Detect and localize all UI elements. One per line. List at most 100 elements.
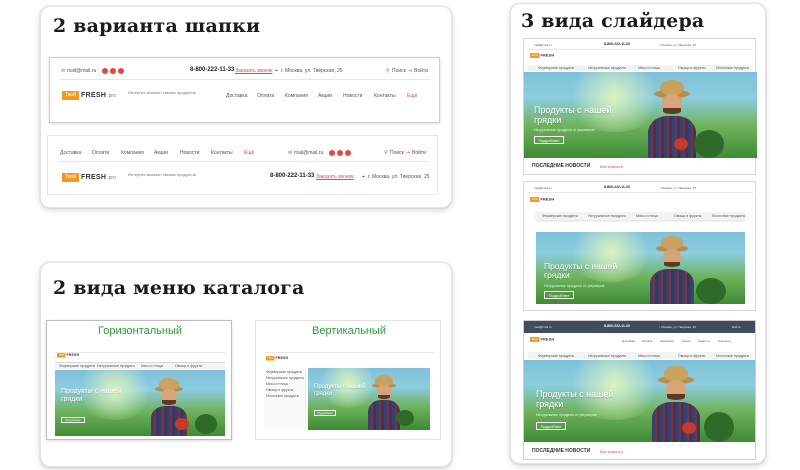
location-icon: ⌖ bbox=[275, 68, 278, 74]
nav-company[interactable]: Компания bbox=[660, 339, 674, 343]
search-link[interactable]: Поиск bbox=[392, 68, 406, 74]
skype-icon[interactable] bbox=[110, 68, 116, 74]
search-icon[interactable]: ⚲ bbox=[386, 68, 390, 74]
site-logo[interactable]: Твой FRESH .pro bbox=[62, 91, 116, 100]
hero-more-button[interactable]: Подробнее bbox=[314, 410, 336, 416]
catalog-item[interactable]: Фермерские продукты bbox=[542, 214, 578, 218]
header-variant-2[interactable]: Доставка Оплата Компания Акции Новости К… bbox=[47, 135, 438, 195]
catalog-item[interactable]: Фермерские продукты bbox=[538, 66, 574, 70]
login-icon: ⇥ bbox=[408, 68, 413, 74]
hero-more-button[interactable]: Подробнее bbox=[536, 422, 566, 430]
catalog-item[interactable]: Мясо и птица bbox=[141, 364, 163, 368]
all-news-link[interactable]: Все новости bbox=[600, 164, 623, 169]
nav-more[interactable]: Ещё bbox=[407, 93, 417, 99]
messenger-icons bbox=[102, 68, 124, 74]
header-phone[interactable]: 8-800-222-11-33 bbox=[190, 67, 234, 73]
catalog-item[interactable]: Натуральные продукты bbox=[588, 66, 626, 70]
nav-delivery[interactable]: Доставка bbox=[622, 339, 635, 343]
hero-more-button[interactable]: Подробнее bbox=[544, 291, 574, 299]
login-link[interactable]: Войти bbox=[414, 68, 428, 74]
catalog-bar[interactable]: Фермерские продукты Натуральные продукты… bbox=[536, 212, 745, 220]
nav-company[interactable]: Компания bbox=[121, 150, 144, 156]
nav-promos[interactable]: Акции bbox=[154, 150, 168, 156]
catalog-item[interactable]: Молочные продукты bbox=[266, 394, 299, 398]
nav-more[interactable]: Ещё bbox=[244, 150, 254, 156]
catalog-item[interactable]: Молочные продукты bbox=[712, 214, 745, 218]
vertical-catalog-list[interactable]: Фермерские продукты Натуральные продукты… bbox=[264, 368, 306, 430]
catalog-item[interactable]: Овощи и фрукты bbox=[678, 354, 705, 358]
hero-subtitle: Натуральные продукты от фермеров bbox=[544, 284, 605, 288]
catalog-bar[interactable]: Фермерские продукты Натуральные продукты… bbox=[528, 65, 753, 71]
horizontal-menu-preview[interactable]: Горизонтальный Твой FRESH Фермерские прод… bbox=[46, 320, 232, 440]
catalog-item[interactable]: Фермерские продукты bbox=[266, 370, 302, 374]
nav-contacts[interactable]: Контакты bbox=[718, 339, 731, 343]
search-link[interactable]: Поиск bbox=[390, 150, 404, 156]
callback-link[interactable]: Заказать звонок bbox=[316, 174, 353, 180]
nav-payment[interactable]: Оплата bbox=[92, 150, 109, 156]
login-link[interactable]: Войти bbox=[732, 325, 740, 329]
nav-news[interactable]: Новости bbox=[180, 150, 199, 156]
vegetables-image bbox=[694, 130, 724, 158]
header-email[interactable]: mail@mail.ru bbox=[534, 325, 552, 329]
login-link[interactable]: Войти bbox=[412, 150, 426, 156]
header-phone[interactable]: 8-800-222-11-33 bbox=[604, 42, 630, 46]
hero-more-button[interactable]: Подробнее bbox=[534, 136, 564, 144]
catalog-item[interactable]: Мясо и птица bbox=[636, 214, 658, 218]
vegetables-image bbox=[704, 412, 734, 442]
header-variant-1[interactable]: ✉ mail@mail.ru 8-800-222-11-33 Заказать … bbox=[49, 57, 440, 123]
nav-delivery[interactable]: Доставка bbox=[60, 150, 81, 156]
nav-company[interactable]: Компания bbox=[285, 93, 308, 99]
nav-contacts[interactable]: Контакты bbox=[374, 93, 396, 99]
telegram-icon[interactable] bbox=[118, 68, 124, 74]
whatsapp-icon[interactable] bbox=[102, 68, 108, 74]
catalog-item[interactable]: Овощи и фрукты bbox=[175, 364, 202, 368]
header-phone[interactable]: 8-800-222-11-33 bbox=[604, 324, 630, 328]
nav-delivery[interactable]: Доставка bbox=[226, 93, 247, 99]
catalog-item[interactable]: Молочные продукты bbox=[716, 354, 749, 358]
catalog-item[interactable]: Натуральные продукты bbox=[588, 354, 626, 358]
header-phone[interactable]: 8-800-222-11-33 bbox=[270, 173, 314, 179]
catalog-item[interactable]: Фермерские продукты bbox=[59, 364, 95, 368]
nav-promos[interactable]: Акции bbox=[682, 339, 690, 343]
search-icon[interactable]: ⚲ bbox=[384, 150, 388, 156]
headers-card-title: 2 варианта шапки bbox=[53, 15, 261, 37]
vertical-menu-preview[interactable]: Вертикальный Твой FRESH Фермерские продук… bbox=[255, 320, 441, 440]
catalog-item[interactable]: Мясо и птица bbox=[638, 354, 660, 358]
callback-link[interactable]: Заказать звонок bbox=[235, 68, 272, 74]
all-news-link[interactable]: Все новости bbox=[600, 449, 623, 454]
catalog-bar[interactable]: Фермерские продукты Натуральные продукты… bbox=[528, 352, 753, 359]
slider-variant-1[interactable]: mail@mail.ru 8-800-222-11-33 г. Москва, … bbox=[523, 38, 757, 175]
hero-more-button[interactable]: Подробнее bbox=[61, 417, 85, 423]
site-logo[interactable]: Твой FRESH .pro bbox=[62, 173, 116, 182]
hero-headline: Продукты с нашей грядки bbox=[536, 389, 614, 409]
catalog-item[interactable]: Мясо и птица bbox=[266, 382, 288, 386]
catalog-item[interactable]: Молочные продукты bbox=[716, 66, 749, 70]
catalog-item[interactable]: Овощи и фрукты bbox=[674, 214, 701, 218]
catalog-item[interactable]: Мясо и птица bbox=[638, 66, 660, 70]
catalog-item[interactable]: Овощи и фрукты bbox=[266, 388, 293, 392]
nav-news[interactable]: Новости bbox=[343, 93, 362, 99]
slider-variant-2[interactable]: mail@mail.ru 8-800-222-11-33 г. Москва, … bbox=[523, 181, 756, 311]
nav-payment[interactable]: Оплата bbox=[642, 339, 652, 343]
nav-contacts[interactable]: Контакты bbox=[211, 150, 233, 156]
top-divider bbox=[264, 352, 434, 353]
nav-news[interactable]: Новости bbox=[698, 339, 710, 343]
header-address: г. Москва, ул. Тверская, 25 bbox=[281, 68, 343, 74]
header-phone[interactable]: 8-800-222-11-33 bbox=[604, 185, 630, 189]
header-email[interactable]: mail@mail.ru bbox=[294, 150, 323, 156]
slider-variant-3[interactable]: mail@mail.ru 8-800-222-11-33 г. Москва, … bbox=[523, 320, 756, 460]
catalog-item[interactable]: Натуральные продукты bbox=[588, 214, 626, 218]
header-email[interactable]: mail@mail.ru bbox=[534, 186, 552, 190]
catalog-item[interactable]: Натуральные продукты bbox=[97, 364, 135, 368]
catalog-item[interactable]: Фермерские продукты bbox=[538, 354, 574, 358]
whatsapp-icon[interactable] bbox=[329, 150, 335, 156]
catalog-item[interactable]: Натуральные продукты bbox=[266, 376, 304, 380]
horizontal-catalog-bar[interactable]: Фермерские продукты Натуральные продукты… bbox=[55, 363, 225, 369]
skype-icon[interactable] bbox=[337, 150, 343, 156]
header-email[interactable]: mail@mail.ru bbox=[67, 68, 96, 74]
telegram-icon[interactable] bbox=[345, 150, 351, 156]
header-email[interactable]: mail@mail.ru bbox=[534, 43, 552, 47]
catalog-item[interactable]: Овощи и фрукты bbox=[678, 66, 705, 70]
nav-promos[interactable]: Акции bbox=[318, 93, 332, 99]
nav-payment[interactable]: Оплата bbox=[257, 93, 274, 99]
